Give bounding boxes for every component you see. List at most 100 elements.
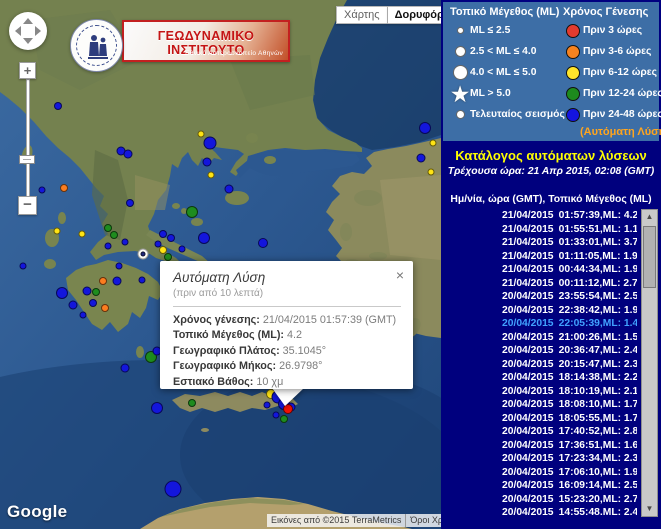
catalog-row[interactable]: 21/04/2015 01:33:01, ML: 3.7 — [441, 236, 637, 250]
earthquake-marker-blue[interactable] — [123, 149, 133, 159]
catalog-row[interactable]: 20/04/2015 21:00:26, ML: 1.5 — [441, 331, 637, 345]
popup-field: Τοπικό Μέγεθος (ML): 4.2 — [173, 329, 303, 342]
earthquake-marker-blue[interactable] — [79, 311, 87, 319]
earthquake-marker-yellow[interactable] — [53, 227, 61, 235]
earthquake-marker-blue[interactable] — [19, 262, 27, 270]
earthquake-marker-green[interactable] — [188, 399, 196, 407]
earthquake-marker-blue[interactable] — [68, 300, 78, 310]
zoom-slider-track[interactable] — [26, 79, 30, 197]
earthquake-marker-yellow[interactable] — [429, 139, 437, 147]
earthquake-marker-blue[interactable] — [178, 245, 186, 253]
event-magnitude: ML: 1.9 — [602, 304, 637, 316]
earthquake-marker-blue[interactable] — [263, 401, 271, 409]
scrollbar-down-icon[interactable]: ▼ — [642, 502, 657, 516]
earthquake-marker-blue[interactable] — [224, 184, 234, 194]
scrollbar-up-icon[interactable]: ▲ — [642, 210, 657, 224]
catalog-row-selected[interactable]: 20/04/2015 22:05:39, ML: 1.4 — [441, 317, 637, 331]
pan-right-icon[interactable] — [35, 26, 41, 36]
catalog-row[interactable]: 20/04/2015 18:08:10, ML: 1.7 — [441, 398, 637, 412]
pan-left-icon[interactable] — [15, 26, 21, 36]
earthquake-marker-blue[interactable] — [203, 136, 217, 150]
earthquake-marker-blue[interactable] — [272, 411, 280, 419]
event-magnitude: ML: 1.9 — [602, 466, 637, 478]
catalog-row[interactable]: 21/04/2015 00:44:34, ML: 1.9 — [441, 263, 637, 277]
catalog-row[interactable]: 20/04/2015 15:23:20, ML: 2.7 — [441, 493, 637, 507]
pan-down-icon[interactable] — [23, 38, 33, 44]
earthquake-marker-orange[interactable] — [101, 304, 109, 312]
event-datetime: 20/04/2015 17:40:52, — [502, 426, 603, 437]
catalog-row[interactable]: 20/04/2015 17:40:52, ML: 2.8 — [441, 425, 637, 439]
map-canvas[interactable]: Αυτόματη Λύση (πριν από 10 λεπτά) × Χρόν… — [0, 0, 441, 529]
legend-auto-solution-note: (Αυτόματη Λύση) — [580, 126, 661, 138]
event-datetime: 20/04/2015 18:14:38, — [502, 372, 603, 383]
legend-label: ML ≤ 2.5 — [470, 25, 511, 36]
earthquake-marker-yellow[interactable] — [207, 171, 215, 179]
earthquake-marker-blue[interactable] — [159, 230, 167, 238]
catalog-row[interactable]: 20/04/2015 17:36:51, ML: 1.6 — [441, 439, 637, 453]
zoom-out-button[interactable]: − — [18, 196, 37, 215]
earthquake-marker-blue[interactable] — [419, 122, 431, 134]
earthquake-marker-blue[interactable] — [202, 157, 212, 167]
catalog-row[interactable]: 21/04/2015 01:57:39, ML: 4.2 — [441, 209, 637, 223]
close-icon[interactable]: × — [396, 268, 404, 282]
catalog-scrollbar[interactable]: ▲ ▼ — [641, 209, 658, 517]
catalog-row[interactable]: 20/04/2015 16:09:14, ML: 2.5 — [441, 479, 637, 493]
catalog-row[interactable]: 21/04/2015 00:11:12, ML: 2.7 — [441, 277, 637, 291]
earthquake-marker-blue[interactable] — [38, 186, 46, 194]
earthquake-marker-blue[interactable] — [82, 286, 92, 296]
earthquake-marker-blue[interactable] — [121, 238, 129, 246]
earthquake-marker-green[interactable] — [110, 231, 118, 239]
earthquake-marker-green[interactable] — [186, 206, 198, 218]
catalog-row[interactable]: 20/04/2015 22:38:42, ML: 1.9 — [441, 304, 637, 318]
catalog-row[interactable]: 20/04/2015 17:23:34, ML: 2.3 — [441, 452, 637, 466]
earthquake-marker-orange[interactable] — [99, 277, 107, 285]
catalog-row[interactable]: 20/04/2015 20:15:47, ML: 2.3 — [441, 358, 637, 372]
earthquake-marker-blue[interactable] — [89, 299, 97, 307]
earthquake-marker-blue[interactable] — [258, 238, 268, 248]
earthquake-marker-blue[interactable] — [112, 276, 122, 286]
earthquake-marker-blue[interactable] — [115, 262, 123, 270]
catalog-row[interactable]: 20/04/2015 18:05:55, ML: 1.7 — [441, 412, 637, 426]
earthquake-marker-yellow[interactable] — [197, 130, 205, 138]
earthquake-marker-yellow[interactable] — [78, 230, 86, 238]
terms-of-use-link[interactable]: Όροι Χρήσης — [405, 514, 441, 527]
catalog-row[interactable]: 20/04/2015 23:55:54, ML: 2.5 — [441, 290, 637, 304]
age-circle-icon — [563, 107, 583, 122]
legend-magnitude-item: ★ ML > 5.0 — [450, 82, 562, 105]
earthquake-marker-orange[interactable] — [60, 184, 68, 192]
earthquake-marker-blue[interactable] — [54, 102, 62, 110]
zoom-in-button[interactable]: + — [19, 62, 36, 79]
catalog-row[interactable]: 20/04/2015 20:36:47, ML: 2.4 — [441, 344, 637, 358]
earthquake-marker-blue[interactable] — [198, 232, 210, 244]
catalog-row[interactable]: 20/04/2015 17:06:10, ML: 1.9 — [441, 466, 637, 480]
popup-field: Εστιακό Βάθος: 10 χμ — [173, 375, 284, 388]
earthquake-marker-blue[interactable] — [164, 480, 182, 498]
scrollbar-thumb[interactable] — [643, 226, 656, 288]
earthquake-marker-blue[interactable] — [416, 153, 426, 163]
catalog-row[interactable]: 20/04/2015 14:55:48, ML: 2.4 — [441, 506, 637, 515]
earthquake-marker-navy[interactable] — [140, 251, 146, 257]
earthquake-marker-blue[interactable] — [167, 234, 175, 242]
legend-age-item: Πριν 24-48 ώρες — [563, 104, 661, 125]
legend-magnitude-column: Τοπικό Μέγεθος (ML) ML ≤ 2.5 2.5 < ML ≤ 4… — [450, 6, 565, 125]
zoom-slider-handle[interactable] — [19, 155, 35, 164]
maptype-map-button[interactable]: Χάρτης — [336, 6, 388, 24]
pan-up-icon[interactable] — [23, 18, 33, 24]
catalog-row[interactable]: 20/04/2015 18:14:38, ML: 2.2 — [441, 371, 637, 385]
maptype-satellite-button[interactable]: Δορυφόρος — [387, 6, 441, 24]
earthquake-marker-blue[interactable] — [151, 402, 163, 414]
google-logo[interactable]: Google — [7, 502, 67, 522]
catalog-row[interactable]: 21/04/2015 01:55:51, ML: 1.1 — [441, 223, 637, 237]
earthquake-marker-yellow[interactable] — [427, 168, 435, 176]
earthquake-marker-blue[interactable] — [104, 242, 112, 250]
earthquake-marker-blue[interactable] — [138, 276, 146, 284]
earthquake-marker-green[interactable] — [164, 253, 172, 261]
catalog-row[interactable]: 21/04/2015 01:11:05, ML: 1.9 — [441, 250, 637, 264]
earthquake-marker-green[interactable] — [280, 415, 288, 423]
earthquake-marker-blue[interactable] — [120, 363, 130, 373]
earthquake-marker-green[interactable] — [92, 288, 100, 296]
earthquake-marker-blue[interactable] — [126, 199, 134, 207]
earthquake-marker-blue[interactable] — [56, 287, 68, 299]
catalog-row[interactable]: 20/04/2015 18:10:19, ML: 2.1 — [441, 385, 637, 399]
pan-control[interactable] — [9, 12, 47, 50]
